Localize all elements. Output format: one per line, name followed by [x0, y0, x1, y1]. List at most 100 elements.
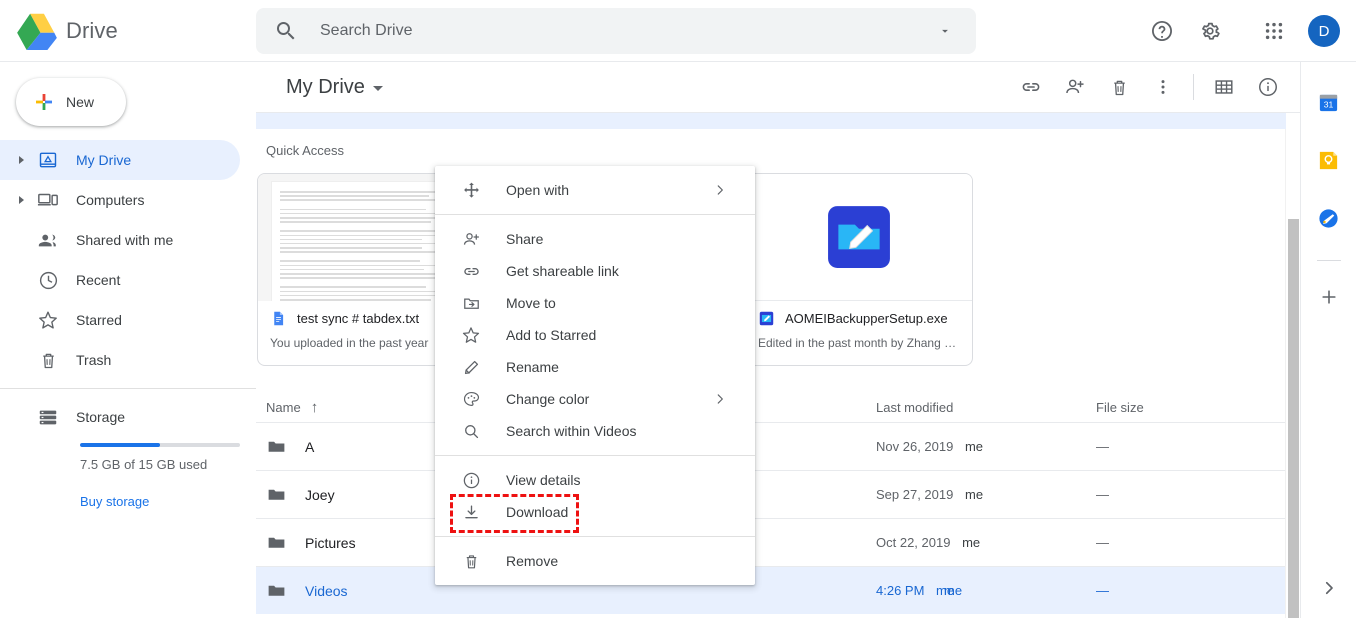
sidebar-item-label: Starred — [76, 312, 122, 328]
column-header-file-size[interactable]: File size — [1096, 400, 1256, 415]
sidebar-item-storage[interactable]: Storage — [0, 397, 240, 437]
scrollbar-thumb[interactable] — [1288, 219, 1299, 618]
search-input[interactable] — [320, 22, 928, 40]
shared-with-me-icon — [34, 229, 62, 251]
storage-label: Storage — [76, 409, 126, 425]
context-menu-item-change-color[interactable]: Change color — [435, 383, 755, 415]
context-menu-item-label: Get shareable link — [506, 263, 619, 279]
toolbar-actions — [1009, 65, 1290, 122]
drive-logo-icon — [17, 13, 57, 50]
google-calendar-icon[interactable]: 31 — [1309, 82, 1349, 122]
more-actions-button[interactable] — [1141, 65, 1185, 109]
google-apps-button[interactable] — [1252, 9, 1296, 53]
sidebar-item-recent[interactable]: Recent — [0, 260, 240, 300]
submenu-chevron-icon — [713, 183, 727, 197]
person-add-icon — [1066, 79, 1084, 94]
folder-icon — [268, 489, 285, 500]
row-file-size: — — [1096, 439, 1109, 454]
column-header-last-modified[interactable]: Last modified — [876, 400, 1096, 415]
context-menu-divider — [435, 455, 755, 456]
toolbar-divider — [1193, 74, 1194, 100]
exe-file-icon — [828, 206, 890, 268]
folder-icon — [268, 537, 285, 548]
sidebar-item-computers[interactable]: Computers — [0, 180, 240, 220]
context-menu-item-open-with[interactable]: Open with — [435, 174, 755, 206]
context-menu-item-view-details[interactable]: View details — [435, 464, 755, 496]
document-text-line — [280, 212, 448, 215]
selection-strip — [256, 113, 1286, 129]
settings-button[interactable] — [1188, 9, 1232, 53]
text-document-icon — [274, 311, 284, 326]
context-menu-divider — [435, 536, 755, 537]
table-row[interactable]: Pictures Oct 22, 2019 me — — [256, 518, 1300, 566]
add-addon-button[interactable] — [1309, 277, 1349, 317]
table-row[interactable]: A Nov 26, 2019 me — — [256, 422, 1300, 470]
row-file-name: Pictures — [305, 534, 356, 551]
link-icon — [459, 262, 483, 281]
sidebar-item-label: My Drive — [76, 152, 132, 168]
context-menu-item-remove[interactable]: Remove — [435, 545, 755, 577]
left-sidebar: New My Drive Computers Shared with me Re… — [0, 62, 256, 618]
sidebar-item-label: Recent — [76, 272, 121, 288]
sidebar-item-shared-with-me[interactable]: Shared with me — [0, 220, 240, 260]
table-row[interactable]: Videos me 4:26 PM me — — [256, 566, 1300, 614]
new-button-label: New — [66, 94, 95, 110]
get-link-button[interactable] — [1009, 65, 1053, 109]
storage-icon — [34, 406, 62, 428]
help-button[interactable] — [1140, 9, 1184, 53]
context-menu-item-rename[interactable]: Rename — [435, 351, 755, 383]
search-bar[interactable] — [256, 8, 976, 54]
rail-divider — [1316, 260, 1341, 261]
document-text-line — [280, 290, 448, 293]
buy-storage-link[interactable]: Buy storage — [80, 494, 149, 509]
sidebar-item-starred[interactable]: Starred — [0, 300, 240, 340]
file-table: Name ↑ Last modified File size A Nov 26, — [256, 392, 1300, 614]
expand-panel-button[interactable] — [1311, 570, 1347, 606]
sidebar-item-my-drive[interactable]: My Drive — [0, 140, 240, 180]
content-scrollbar[interactable] — [1285, 129, 1300, 618]
context-menu-divider — [435, 214, 755, 215]
context-menu-item-label: Move to — [506, 295, 556, 311]
breadcrumb[interactable]: My Drive — [280, 72, 389, 103]
search-options-button[interactable] — [928, 14, 962, 48]
remove-button[interactable] — [1097, 65, 1141, 109]
document-text-line — [280, 268, 424, 271]
card-file-name: test sync # tabdex.txt — [297, 311, 420, 326]
search-icon — [277, 22, 295, 40]
context-menu-item-label: Add to Starred — [506, 327, 597, 343]
open-with-icon — [459, 181, 483, 200]
drive-logo-area[interactable]: Drive — [0, 12, 256, 50]
table-header-row: Name ↑ Last modified File size — [256, 392, 1300, 422]
main-content: My Drive Quick Access test sync # tabdex… — [256, 62, 1300, 618]
context-menu-item-download[interactable]: Download — [435, 494, 755, 533]
storage-usage-text: 7.5 GB of 15 GB used — [80, 457, 208, 472]
document-text-line — [280, 234, 453, 237]
quick-access-card[interactable]: AOMEIBackupperSetup.exe Edited in the pa… — [745, 173, 973, 366]
storage-progress-fill — [80, 443, 160, 447]
view-details-button[interactable] — [1246, 65, 1290, 109]
new-button[interactable]: New — [16, 78, 126, 126]
add-people-button[interactable] — [1053, 65, 1097, 109]
clock-icon — [34, 270, 62, 291]
more-vertical-icon — [1161, 80, 1165, 94]
sidebar-item-trash[interactable]: Trash — [0, 340, 240, 380]
context-menu-item-add-to-starred[interactable]: Add to Starred — [435, 319, 755, 351]
content-scroll-area: Quick Access test sync # tabdex.txt You … — [256, 129, 1300, 618]
row-last-modified: Oct 22, 2019 me — [876, 535, 1096, 550]
plus-icon — [36, 94, 52, 110]
avatar[interactable]: D — [1308, 15, 1340, 47]
row-owner: me — [964, 439, 984, 454]
context-menu-item-get-shareable-link[interactable]: Get shareable link — [435, 255, 755, 287]
expand-computers-icon[interactable] — [8, 196, 34, 204]
calendar-day-number: 31 — [1324, 99, 1334, 109]
context-menu-item-share[interactable]: Share — [435, 223, 755, 255]
context-menu-item-move-to[interactable]: Move to — [435, 287, 755, 319]
google-tasks-icon[interactable] — [1309, 198, 1349, 238]
grid-view-button[interactable] — [1202, 65, 1246, 122]
expand-my-drive-icon[interactable] — [8, 156, 34, 164]
right-side-panel: 31 — [1300, 62, 1356, 618]
google-keep-icon[interactable] — [1309, 140, 1349, 180]
table-row[interactable]: Joey Sep 27, 2019 me — — [256, 470, 1300, 518]
context-menu-item-search-within[interactable]: Search within Videos — [435, 415, 755, 447]
help-circle-icon — [1152, 21, 1172, 41]
